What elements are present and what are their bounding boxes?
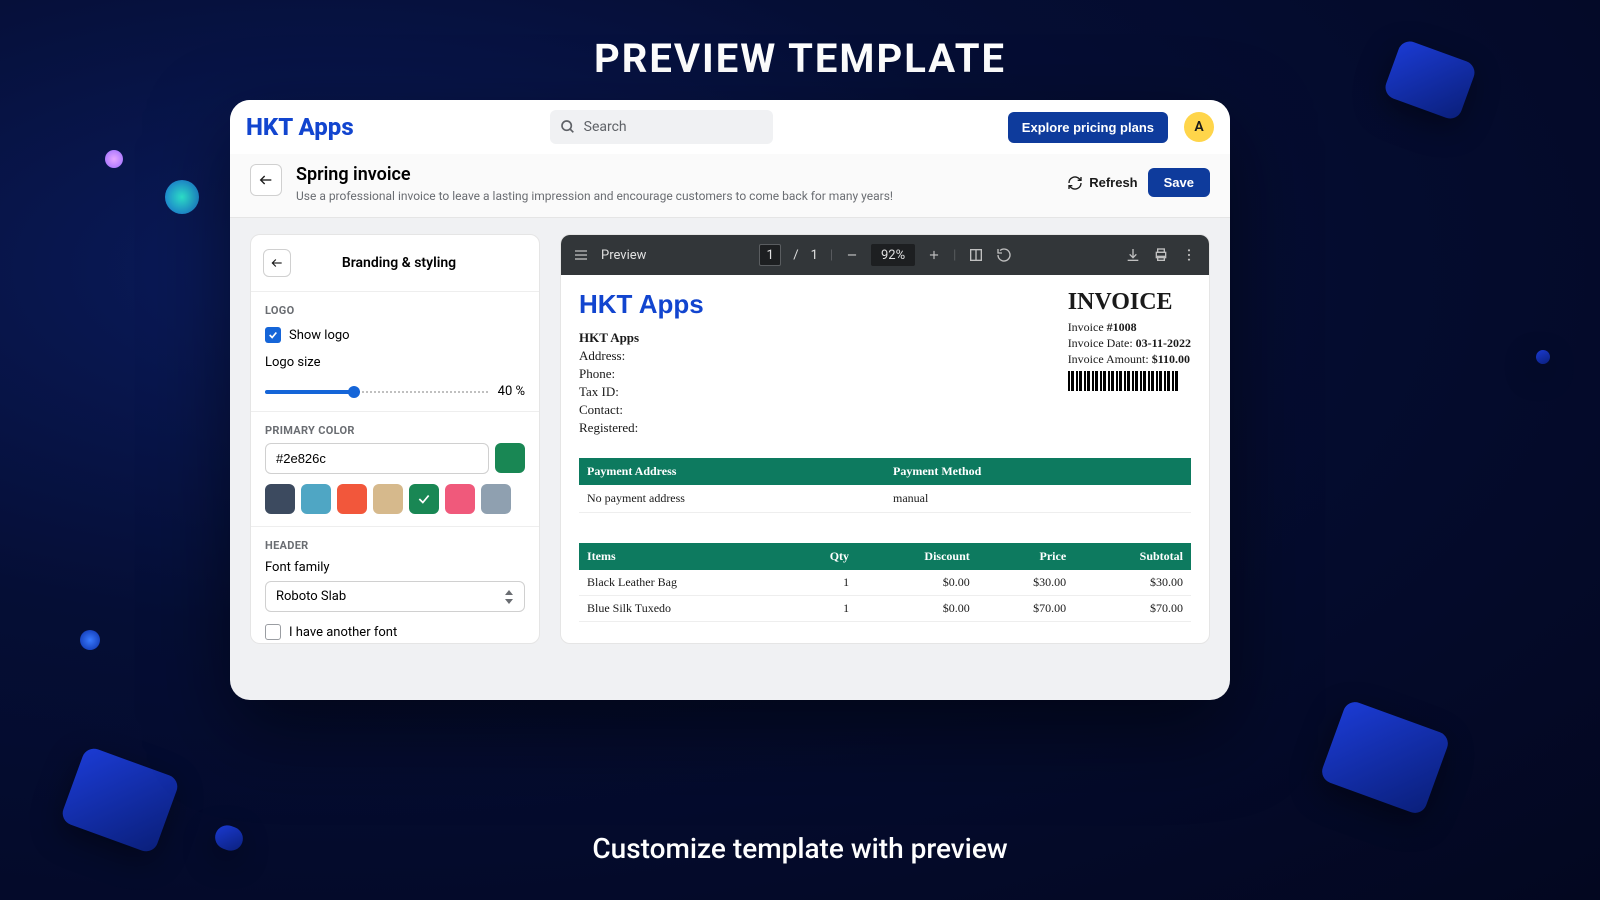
preview-panel: Preview 1 / 1 | 92% | HK (560, 234, 1210, 644)
inv-phone: Phone: (579, 366, 704, 382)
subheader: Spring invoice Use a professional invoic… (230, 154, 1230, 218)
swatch-pink[interactable] (445, 484, 475, 514)
menu-icon[interactable] (573, 247, 589, 263)
brand-logo: HKT Apps (246, 113, 354, 141)
inv-contact: Contact: (579, 402, 704, 418)
rotate-icon[interactable] (996, 247, 1012, 263)
updown-icon (504, 590, 514, 604)
font-family-select[interactable]: Roboto Slab (265, 581, 525, 612)
header-section-label: HEADER (265, 539, 525, 552)
decor-dot (80, 630, 100, 650)
show-logo-checkbox[interactable] (265, 327, 281, 343)
current-color-swatch (495, 443, 525, 473)
check-icon (417, 492, 431, 506)
swatch-orange[interactable] (337, 484, 367, 514)
refresh-icon (1067, 175, 1083, 191)
decor-shape (1319, 699, 1451, 816)
decor-dot (105, 150, 123, 168)
decor-shape (1534, 348, 1552, 366)
avatar[interactable]: A (1184, 112, 1214, 142)
template-desc: Use a professional invoice to leave a la… (296, 189, 1067, 203)
styling-panel: Branding & styling LOGO Show logo Logo s… (250, 234, 540, 644)
another-font-label: I have another font (289, 625, 397, 640)
inv-company: HKT Apps (579, 330, 704, 346)
inv-taxid: Tax ID: (579, 384, 704, 400)
primary-color-input[interactable] (265, 443, 489, 474)
invoice-title: INVOICE (1068, 289, 1191, 316)
preview-label: Preview (601, 248, 646, 263)
search-icon (560, 119, 576, 135)
download-icon[interactable] (1125, 247, 1141, 263)
color-swatches (265, 484, 525, 514)
refresh-button[interactable]: Refresh (1067, 175, 1137, 191)
page-sep: / (793, 248, 798, 263)
invoice-document: HKT Apps HKT Apps Address: Phone: Tax ID… (561, 275, 1209, 636)
print-icon[interactable] (1153, 247, 1169, 263)
table-row: Black Leather Bag 1 $0.00 $30.00 $30.00 (579, 570, 1191, 596)
app-window: HKT Apps Search Explore pricing plans A … (230, 100, 1230, 700)
body: Branding & styling LOGO Show logo Logo s… (230, 218, 1230, 660)
payment-method-value: manual (885, 485, 1191, 513)
page-title-top: PREVIEW TEMPLATE (0, 35, 1600, 82)
save-button[interactable]: Save (1148, 168, 1210, 197)
inv-address: Address: (579, 348, 704, 364)
swatch-slate[interactable] (265, 484, 295, 514)
template-title: Spring invoice (296, 164, 1067, 185)
invoice-amount: $110.00 (1152, 352, 1190, 366)
logo-size-label: Logo size (265, 355, 525, 370)
show-logo-label: Show logo (289, 328, 350, 343)
swatch-cyan[interactable] (301, 484, 331, 514)
page-title-bottom: Customize template with preview (0, 832, 1600, 865)
swatch-green-selected[interactable] (409, 484, 439, 514)
items-table: Items Qty Discount Price Subtotal Black … (579, 543, 1191, 622)
slider-thumb[interactable] (348, 386, 360, 398)
logo-size-value: 40 % (498, 384, 525, 399)
explore-pricing-button[interactable]: Explore pricing plans (1008, 112, 1168, 143)
pdf-toolbar: Preview 1 / 1 | 92% | (561, 235, 1209, 275)
page-current[interactable]: 1 (759, 244, 781, 266)
more-icon[interactable] (1181, 247, 1197, 263)
logo-size-slider[interactable] (265, 390, 488, 394)
panel-back-button[interactable] (263, 249, 291, 277)
zoom-level[interactable]: 92% (871, 244, 915, 266)
topbar: HKT Apps Search Explore pricing plans A (230, 100, 1230, 154)
zoom-in-icon[interactable] (927, 248, 941, 262)
invoice-date: 03-11-2022 (1136, 336, 1191, 350)
page-total: 1 (811, 248, 818, 263)
fit-page-icon[interactable] (968, 247, 984, 263)
payment-table: Payment Address Payment Method No paymen… (579, 458, 1191, 513)
arrow-left-icon (258, 172, 274, 188)
check-icon (268, 330, 278, 340)
arrow-left-icon (270, 256, 284, 270)
search-input[interactable]: Search (550, 110, 773, 144)
swatch-tan[interactable] (373, 484, 403, 514)
table-row: Blue Silk Tuxedo 1 $0.00 $70.00 $70.00 (579, 596, 1191, 622)
swatch-gray[interactable] (481, 484, 511, 514)
another-font-checkbox[interactable] (265, 624, 281, 640)
back-button[interactable] (250, 164, 282, 196)
panel-title: Branding & styling (301, 255, 497, 271)
logo-section-label: LOGO (265, 304, 525, 317)
inv-registered: Registered: (579, 420, 704, 436)
search-placeholder: Search (584, 119, 627, 135)
invoice-brand: HKT Apps (579, 289, 704, 320)
decor-dot (165, 180, 199, 214)
primary-color-section-label: PRIMARY COLOR (265, 424, 525, 437)
zoom-out-icon[interactable] (845, 248, 859, 262)
barcode (1068, 371, 1178, 391)
payment-address-value: No payment address (579, 485, 885, 513)
invoice-number: #1008 (1107, 320, 1137, 334)
font-family-label: Font family (265, 560, 525, 575)
